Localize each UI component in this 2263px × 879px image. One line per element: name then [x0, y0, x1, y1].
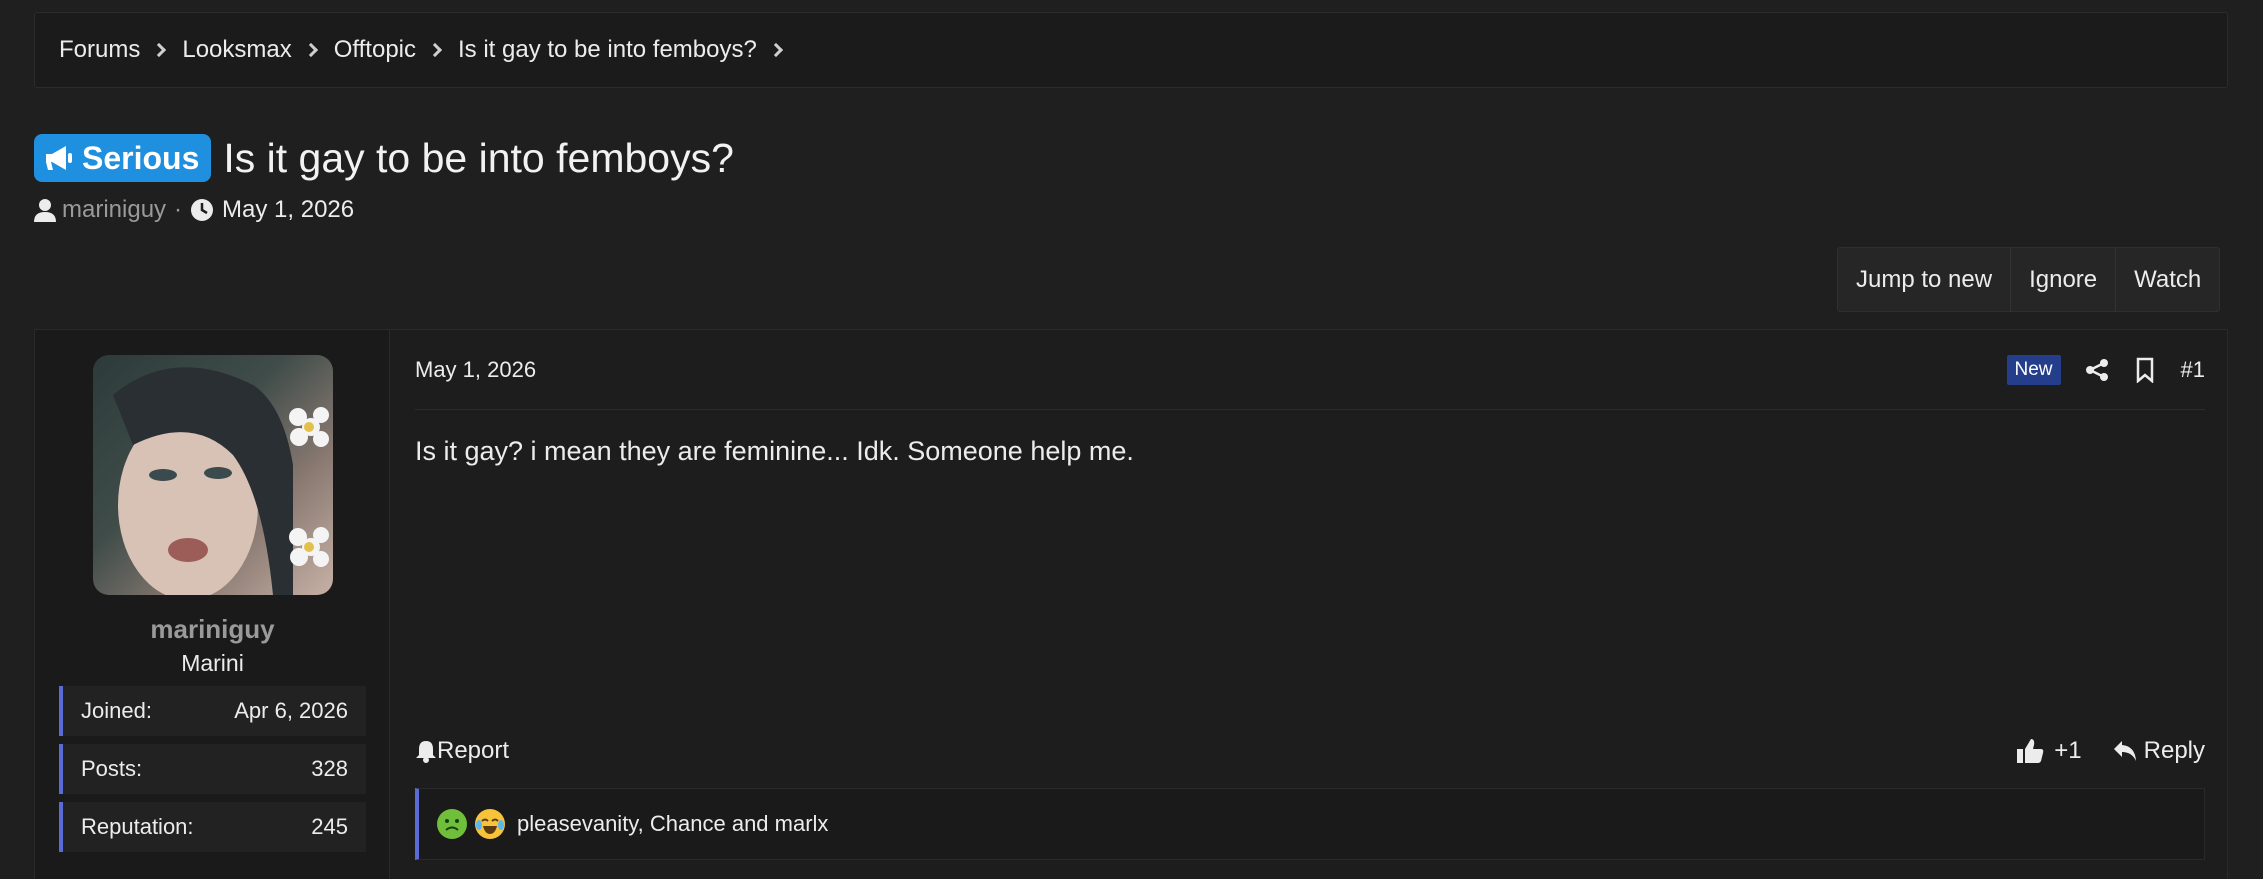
reactions-bar[interactable]: pleasevanity, Chance and marlx [415, 788, 2205, 860]
like-label[interactable]: +1 [2054, 737, 2081, 765]
breadcrumb: Forums Looksmax Offtopic Is it gay to be… [34, 12, 2228, 88]
stat-label: Joined: [81, 698, 152, 723]
post: mariniguy Marini Joined: Apr 6, 2026 Pos… [34, 329, 2228, 879]
report-button[interactable]: Report [415, 737, 509, 765]
post-main: May 1, 2026 New #1 Is it gay? i mean the… [415, 330, 2205, 879]
stat-value: 245 [311, 814, 348, 839]
breadcrumb-label[interactable]: Forums [59, 36, 140, 64]
thread-date[interactable]: May 1, 2026 [222, 196, 354, 224]
post-username[interactable]: mariniguy [35, 614, 390, 645]
page-title: Is it gay to be into femboys? [223, 134, 734, 181]
reply-button[interactable]: Reply [2112, 737, 2205, 765]
breadcrumb-item-offtopic[interactable]: Offtopic [334, 36, 458, 64]
meta-separator: · [174, 196, 183, 223]
thread-prefix-label[interactable]: Serious [82, 140, 199, 177]
thread-author-link[interactable]: mariniguy [62, 196, 166, 224]
post-footer: Report +1 Reply [415, 726, 2205, 776]
reply-label[interactable]: Reply [2144, 737, 2205, 765]
user-title: Marini [181, 650, 244, 676]
crying-laughing-emoji-icon [475, 809, 505, 839]
stat-label: Posts: [81, 756, 143, 781]
thread-title-row: Serious Is it gay to be into femboys? [34, 134, 734, 182]
breadcrumb-item-thread[interactable]: Is it gay to be into femboys? [458, 36, 799, 64]
breadcrumb-label[interactable]: Looksmax [182, 36, 291, 64]
chevron-right-icon [768, 42, 783, 58]
stat-value: 328 [311, 756, 348, 781]
watch-button[interactable]: Watch [2116, 248, 2219, 311]
share-icon[interactable] [2085, 358, 2109, 382]
thread-prefix-badge[interactable]: Serious [34, 134, 212, 182]
post-header: May 1, 2026 New #1 [415, 330, 2205, 410]
breadcrumb-item-looksmax[interactable]: Looksmax [182, 36, 333, 64]
nauseated-emoji-icon [437, 809, 467, 839]
post-number-link[interactable]: #1 [2181, 357, 2205, 383]
stat-label: Reputation: [81, 814, 194, 839]
reactions-users[interactable]: pleasevanity, Chance and marlx [517, 811, 828, 837]
chevron-right-icon [427, 42, 443, 58]
clock-icon [191, 199, 214, 221]
avatar-image [113, 367, 329, 595]
avatar[interactable] [93, 355, 333, 595]
user-stat-joined: Joined: Apr 6, 2026 [59, 686, 366, 736]
jump-to-new-button[interactable]: Jump to new [1838, 248, 2012, 311]
thumbs-up-icon [2017, 739, 2044, 763]
post-body: Is it gay? i mean they are feminine... I… [415, 436, 1134, 466]
user-stat-posts: Posts: 328 [59, 744, 366, 794]
ignore-button[interactable]: Ignore [2011, 248, 2117, 311]
bell-icon [416, 741, 436, 763]
report-label[interactable]: Report [437, 737, 509, 765]
like-button[interactable]: +1 [2016, 737, 2082, 765]
breadcrumb-label[interactable]: Is it gay to be into femboys? [458, 36, 757, 64]
thread-meta: mariniguy · May 1, 2026 [34, 196, 354, 224]
user-stat-reputation: Reputation: 245 [59, 802, 366, 852]
stat-value: Apr 6, 2026 [234, 698, 348, 723]
megaphone-icon [46, 146, 72, 170]
reply-icon [2113, 741, 2136, 761]
breadcrumb-item-forums[interactable]: Forums [59, 36, 182, 64]
new-badge: New [2006, 354, 2061, 385]
chevron-right-icon [152, 42, 167, 58]
post-user-pane: mariniguy Marini Joined: Apr 6, 2026 Pos… [35, 330, 390, 879]
post-date[interactable]: May 1, 2026 [415, 357, 536, 383]
user-icon [34, 199, 56, 222]
breadcrumb-label[interactable]: Offtopic [334, 36, 416, 64]
bookmark-icon[interactable] [2135, 357, 2155, 383]
flower-icon [289, 407, 329, 567]
thread-actions: Jump to new Ignore Watch [1837, 247, 2221, 312]
chevron-right-icon [303, 42, 318, 58]
